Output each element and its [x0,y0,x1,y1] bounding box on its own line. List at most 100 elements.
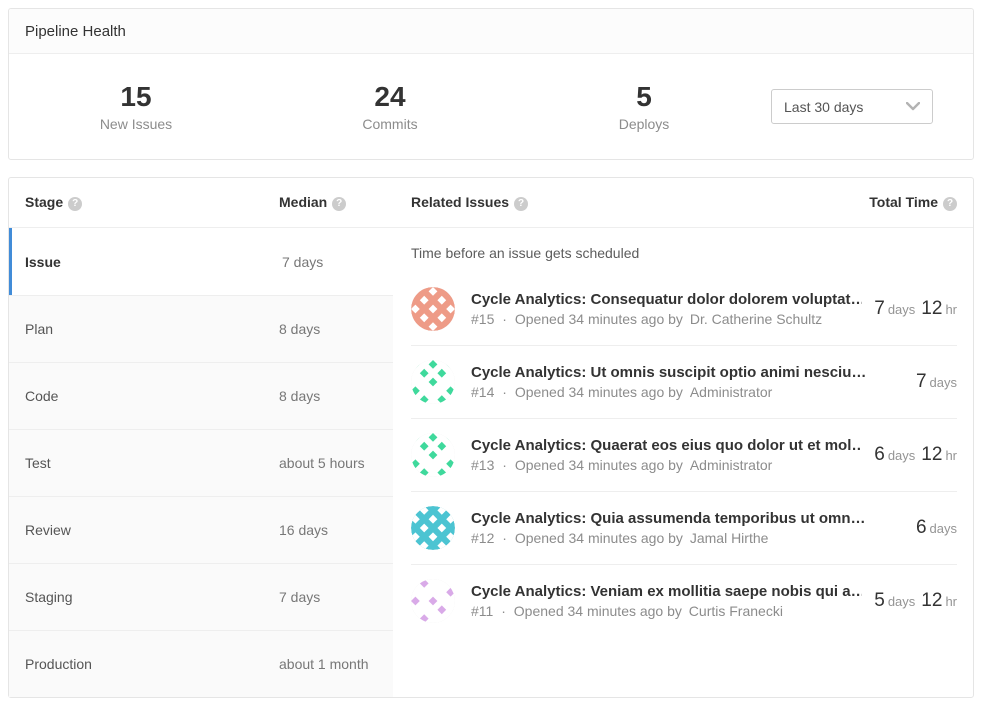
issue-meta: #14 · Opened 34 minutes ago by Administr… [471,384,904,400]
column-header-total-time: Total Time? [869,194,973,211]
issue-meta: #11 · Opened 34 minutes ago by Curtis Fr… [471,603,862,619]
total-time-value: 12 [921,444,942,465]
total-time-value: 12 [921,298,942,319]
issue-title-link[interactable]: Cycle Analytics: Veniam ex mollitia saep… [471,583,862,600]
total-time-unit: hr [945,594,957,609]
stage-nav-item[interactable]: Test about 5 hours [9,429,393,496]
stage-nav-item[interactable]: Staging 7 days [9,563,393,630]
issue-title-link[interactable]: Cycle Analytics: Consequatur dolor dolor… [471,291,862,308]
issue-title-link[interactable]: Cycle Analytics: Quaerat eos eius quo do… [471,437,862,454]
stage-description: Time before an issue gets scheduled [411,245,957,261]
issue-total-time: 6days12hr [874,444,957,466]
stage-name: Test [9,455,279,471]
total-time-value: 5 [874,590,885,611]
issue-title-link[interactable]: Cycle Analytics: Ut omnis suscipit optio… [471,364,904,381]
stat-label: New Issues [9,116,263,132]
issue-author-link[interactable]: Dr. Catherine Schultz [690,311,822,327]
pipeline-health-panel: Pipeline Health 15 New Issues 24 Commits… [8,8,974,160]
related-issues-column: Time before an issue gets scheduled Cycl… [393,228,973,697]
issue-opened-text: Opened 34 minutes ago by [514,603,682,619]
stage-median: 16 days [279,522,328,538]
stage-median: 8 days [279,321,320,337]
stage-name: Review [9,522,279,538]
issue-title-link[interactable]: Cycle Analytics: Quia assumenda temporib… [471,510,904,527]
total-time-unit: days [930,521,957,536]
summary-stat: 24 Commits [263,81,517,131]
issue-meta: #15 · Opened 34 minutes ago by Dr. Cathe… [471,311,862,327]
issue-row: Cycle Analytics: Veniam ex mollitia saep… [411,565,957,637]
issue-author-link[interactable]: Curtis Franecki [689,603,783,619]
help-icon[interactable]: ? [332,197,346,211]
stat-value: 5 [517,81,771,113]
total-time-value: 7 [916,371,927,392]
total-time-value: 7 [874,298,885,319]
date-range-value: Last 30 days [784,99,863,115]
meta-separator: · [501,603,506,619]
summary-stat: 5 Deploys [517,81,771,131]
issue-total-time: 7days [916,371,957,393]
issue-row: Cycle Analytics: Ut omnis suscipit optio… [411,346,957,419]
stage-median: about 5 hours [279,455,365,471]
issue-opened-text: Opened 34 minutes ago by [515,311,683,327]
issue-opened-text: Opened 34 minutes ago by [515,384,683,400]
stage-nav-item[interactable]: Issue 7 days [9,228,393,295]
issue-author-avatar-icon [411,433,455,477]
column-header-stage: Stage? [9,194,279,211]
stat-label: Commits [263,116,517,132]
issue-author-link[interactable]: Administrator [690,384,772,400]
issue-row: Cycle Analytics: Consequatur dolor dolor… [411,273,957,346]
issue-opened-text: Opened 34 minutes ago by [515,457,683,473]
stage-table-header: Stage? Median? Related Issues? Total Tim… [9,178,973,228]
pipeline-health-header: Pipeline Health [9,9,973,54]
issue-number-link[interactable]: #14 [471,384,494,400]
stage-median: about 1 month [279,656,369,672]
summary-stat: 15 New Issues [9,81,263,131]
meta-separator: · [502,457,507,473]
help-icon[interactable]: ? [943,197,957,211]
issue-author-avatar-icon [411,506,455,550]
issue-row: Cycle Analytics: Quaerat eos eius quo do… [411,419,957,492]
total-time-value: 12 [921,590,942,611]
stage-nav-item[interactable]: Review 16 days [9,496,393,563]
issue-number-link[interactable]: #12 [471,530,494,546]
stage-median: 7 days [279,589,320,605]
help-icon[interactable]: ? [68,197,82,211]
issue-total-time: 7days12hr [874,298,957,320]
issue-total-time: 6days [916,517,957,539]
issue-number-link[interactable]: #13 [471,457,494,473]
issue-author-link[interactable]: Jamal Hirthe [690,530,769,546]
meta-separator: · [502,311,507,327]
chevron-down-icon [906,102,920,111]
stat-label: Deploys [517,116,771,132]
stage-table-panel: Stage? Median? Related Issues? Total Tim… [8,177,974,698]
issue-main: Cycle Analytics: Quaerat eos eius quo do… [471,437,862,473]
total-time-value: 6 [916,517,927,538]
help-icon[interactable]: ? [514,197,528,211]
issue-author-avatar-icon [411,579,455,623]
issue-author-link[interactable]: Administrator [690,457,772,473]
cycle-analytics-page: Pipeline Health 15 New Issues 24 Commits… [0,0,982,705]
stage-nav-item[interactable]: Plan 8 days [9,295,393,362]
stage-nav-item[interactable]: Production about 1 month [9,630,393,697]
meta-separator: · [502,530,507,546]
panel-title: Pipeline Health [25,23,126,40]
summary-row: 15 New Issues 24 Commits 5 Deploys Last … [9,54,973,159]
issue-meta: #13 · Opened 34 minutes ago by Administr… [471,457,862,473]
stage-table-body: Issue 7 days Plan 8 days Code 8 days Tes… [9,228,973,697]
total-time-unit: days [930,375,957,390]
issue-main: Cycle Analytics: Consequatur dolor dolor… [471,291,862,327]
stat-value: 24 [263,81,517,113]
date-range-dropdown[interactable]: Last 30 days [771,89,933,124]
issue-number-link[interactable]: #11 [471,603,493,619]
total-time-unit: days [888,594,915,609]
stage-nav-item[interactable]: Code 8 days [9,362,393,429]
issue-number-link[interactable]: #15 [471,311,494,327]
stage-median: 7 days [282,254,323,270]
column-header-related-issues: Related Issues? [393,194,528,211]
issue-main: Cycle Analytics: Ut omnis suscipit optio… [471,364,904,400]
issue-meta: #12 · Opened 34 minutes ago by Jamal Hir… [471,530,904,546]
total-time-value: 6 [874,444,885,465]
meta-separator: · [502,384,507,400]
issue-total-time: 5days 12hr [874,590,957,612]
total-time-unit: hr [945,448,957,463]
